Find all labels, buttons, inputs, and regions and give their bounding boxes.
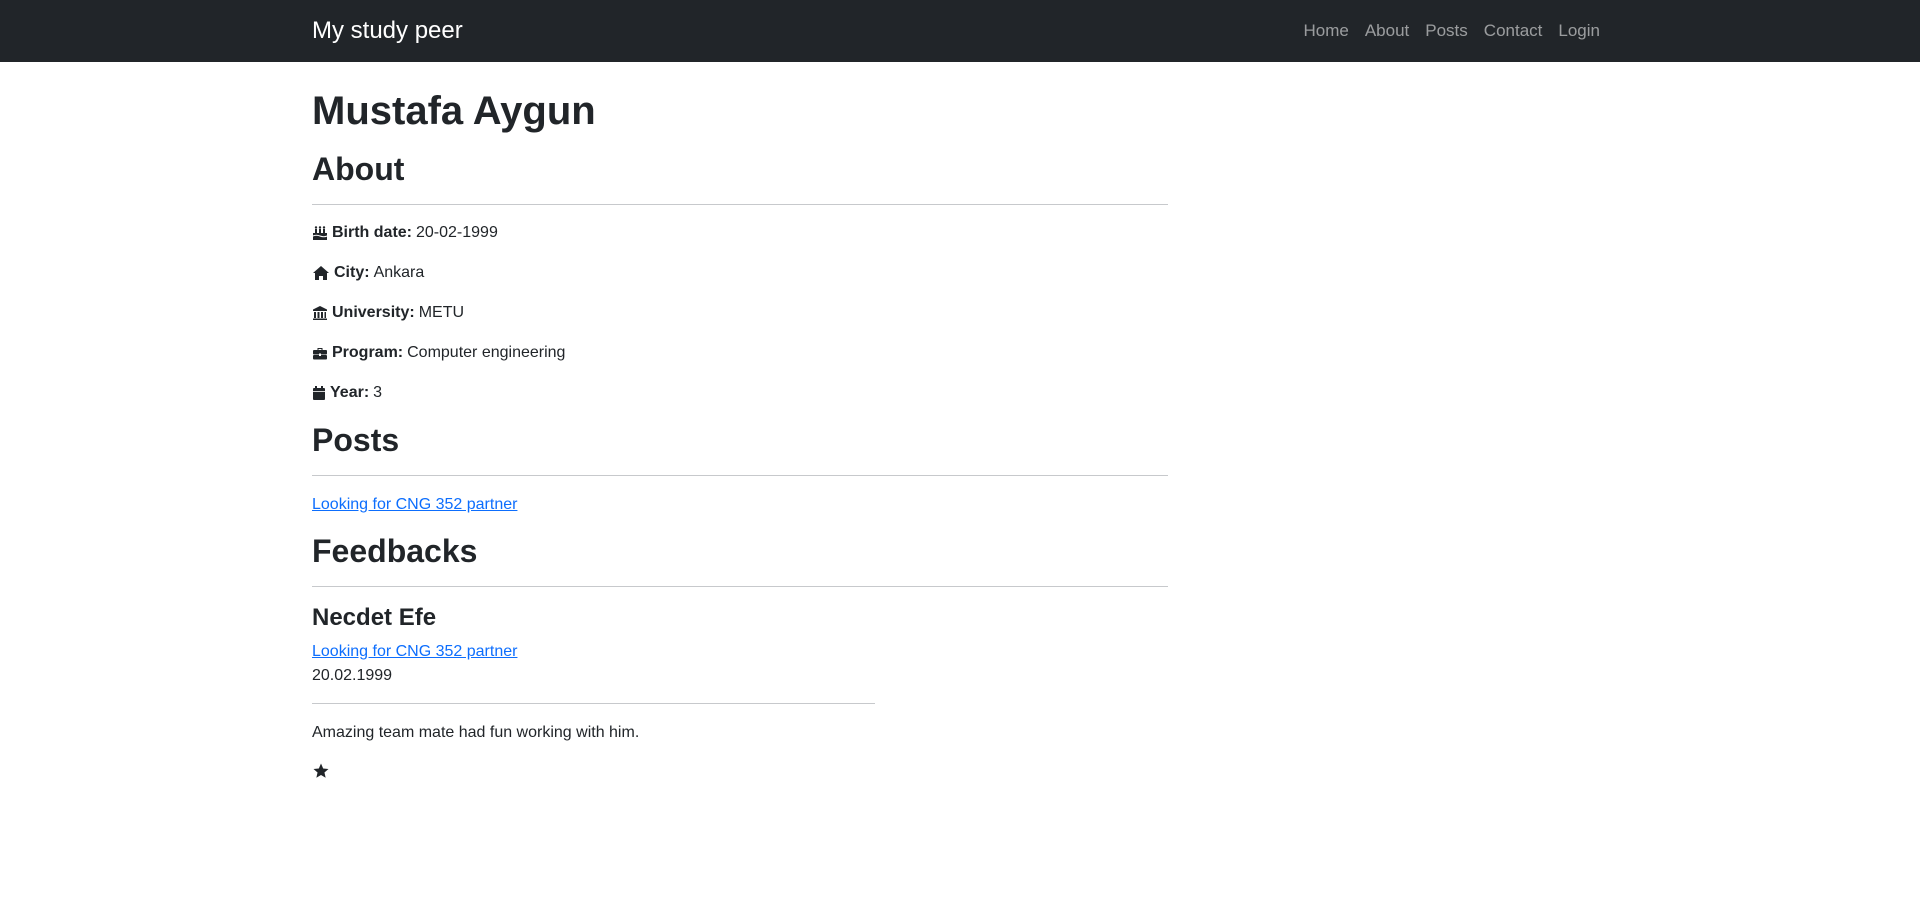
navbar: My study peer Home About Posts Contact L… bbox=[0, 0, 1920, 62]
info-row-city: City: Ankara bbox=[312, 262, 424, 284]
info-row-birth-date: Birth date: 20-02-1999 bbox=[312, 222, 498, 244]
birth-date-label: Birth date: bbox=[332, 224, 412, 241]
calendar-icon bbox=[312, 385, 326, 401]
nav-link-about[interactable]: About bbox=[1365, 20, 1409, 42]
profile-name: Mustafa Aygun bbox=[312, 89, 596, 133]
birth-date-value: 20-02-1999 bbox=[416, 224, 498, 241]
feedback-divider bbox=[312, 703, 875, 704]
nav-links: Home About Posts Contact Login bbox=[1303, 20, 1600, 42]
about-divider bbox=[312, 204, 1168, 205]
feedback-text: Amazing team mate had fun working with h… bbox=[312, 724, 640, 741]
feedback-date: 20.02.1999 bbox=[312, 667, 393, 684]
city-label: City: bbox=[334, 264, 370, 281]
year-value: 3 bbox=[373, 384, 383, 401]
city-value: Ankara bbox=[373, 264, 425, 281]
info-row-program: Program: Computer engineering bbox=[312, 342, 565, 364]
nav-link-login[interactable]: Login bbox=[1558, 20, 1600, 42]
university-label: University: bbox=[332, 304, 415, 321]
program-value: Computer engineering bbox=[407, 344, 566, 361]
info-row-year: Year: 3 bbox=[312, 382, 382, 404]
nav-link-contact[interactable]: Contact bbox=[1484, 20, 1543, 42]
post-link[interactable]: Looking for CNG 352 partner bbox=[312, 494, 517, 516]
info-row-university: University: METU bbox=[312, 302, 464, 324]
about-heading: About bbox=[312, 151, 405, 187]
nav-link-home[interactable]: Home bbox=[1303, 20, 1348, 42]
feedbacks-divider bbox=[312, 586, 1168, 587]
navbar-brand[interactable]: My study peer bbox=[312, 16, 463, 46]
nav-link-posts[interactable]: Posts bbox=[1425, 20, 1468, 42]
program-label: Program: bbox=[332, 344, 404, 361]
briefcase-icon bbox=[312, 345, 328, 361]
posts-heading: Posts bbox=[312, 422, 400, 458]
home-icon bbox=[312, 265, 330, 281]
birthday-cake-icon bbox=[312, 225, 328, 241]
university-value: METU bbox=[418, 304, 465, 321]
star-icon bbox=[312, 762, 330, 780]
feedback-post-link[interactable]: Looking for CNG 352 partner bbox=[312, 641, 517, 663]
university-icon bbox=[312, 305, 328, 321]
year-label: Year: bbox=[330, 384, 370, 401]
feedback-author: Necdet Efe bbox=[312, 604, 437, 631]
feedbacks-heading: Feedbacks bbox=[312, 533, 478, 569]
posts-divider bbox=[312, 475, 1168, 476]
